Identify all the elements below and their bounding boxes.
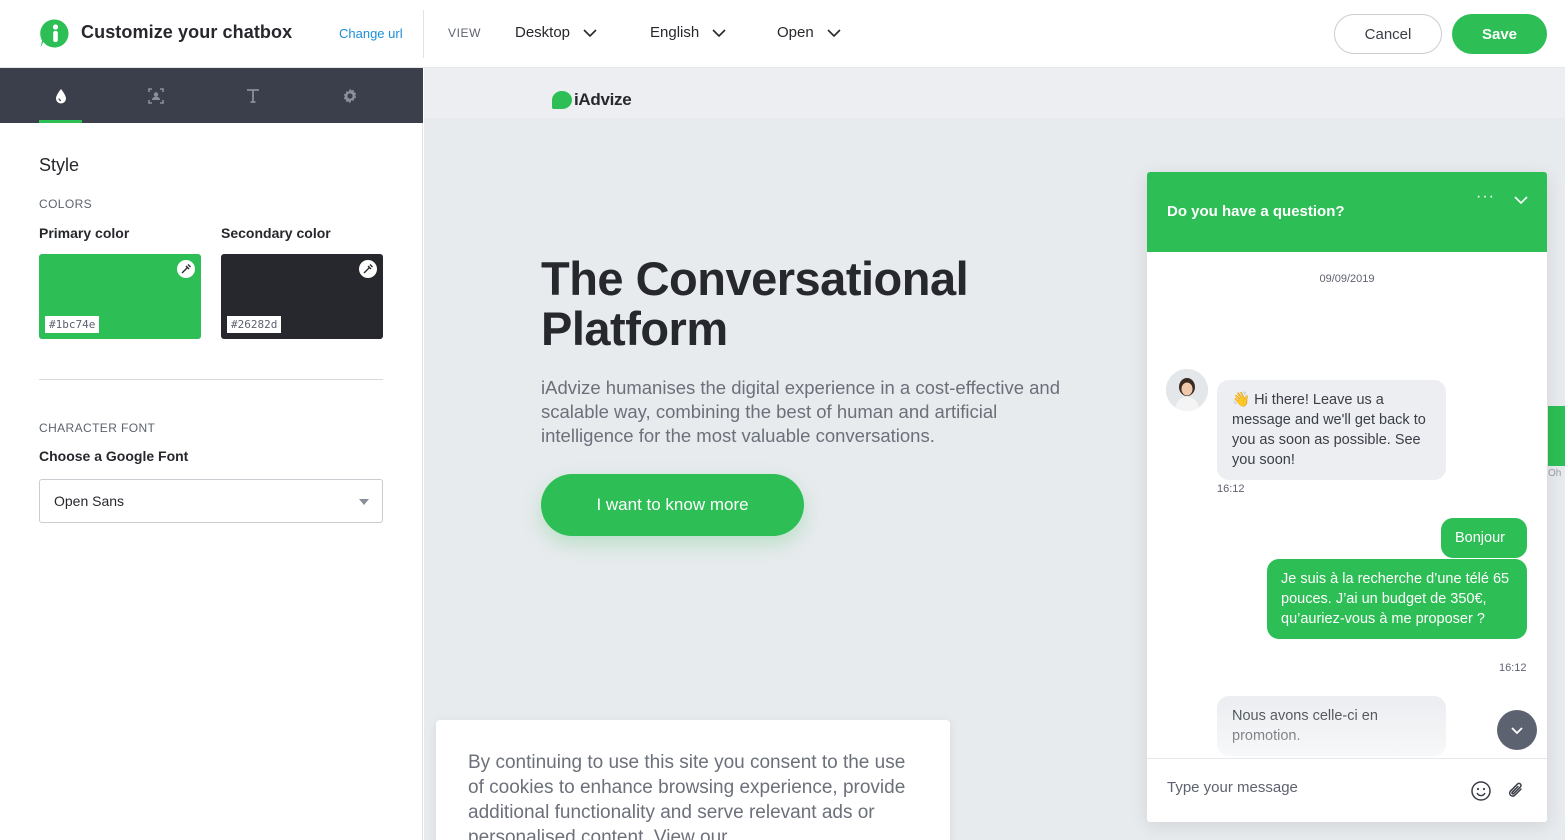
primary-color-hex: #1bc74e	[45, 316, 100, 333]
section-title: Style	[39, 155, 80, 175]
settings-tabbar	[0, 68, 423, 123]
device-dropdown-value: Desktop	[515, 24, 571, 41]
view-label: VIEW	[448, 26, 482, 40]
primary-color-label: Primary color	[39, 225, 130, 241]
chevron-down-icon	[827, 28, 841, 37]
secondary-color-swatch[interactable]: #26282d	[221, 254, 383, 339]
cookie-banner: By continuing to use this site you conse…	[436, 720, 950, 840]
hero-cta-button[interactable]: I want to know more	[541, 474, 804, 536]
site-brand: iAdvize	[574, 90, 632, 109]
font-select[interactable]: Open Sans	[39, 479, 383, 523]
top-bar: Customize your chatbox Change url VIEW D…	[0, 0, 1565, 68]
eyedropper-icon[interactable]	[177, 260, 195, 278]
chat-header: Do you have a question? ···	[1147, 172, 1547, 252]
tab-style[interactable]	[39, 68, 82, 123]
text-icon	[246, 88, 259, 103]
save-button[interactable]: Save	[1452, 14, 1547, 54]
chevron-down-icon	[583, 28, 597, 37]
gear-icon	[343, 88, 356, 103]
message-time: 16:12	[1217, 483, 1245, 495]
hero-title: The Conversational Platform	[541, 252, 969, 355]
emoji-icon[interactable]	[1470, 780, 1492, 802]
page-title: Customize your chatbox	[81, 22, 293, 42]
visitor-message: Bonjour	[1441, 518, 1527, 558]
font-select-value: Open Sans	[54, 493, 125, 509]
avatar-frame-icon	[147, 87, 164, 104]
chatbox: Do you have a question? ··· 09/09/2019 👋…	[1147, 172, 1547, 822]
language-dropdown[interactable]: English	[650, 24, 727, 41]
secondary-color-label: Secondary color	[221, 225, 331, 241]
header-divider	[423, 10, 424, 58]
language-dropdown-value: English	[650, 24, 700, 41]
tab-text[interactable]	[231, 68, 274, 123]
eyedropper-icon[interactable]	[359, 260, 377, 278]
side-tab[interactable]	[1548, 406, 1565, 466]
avatar	[1166, 369, 1208, 411]
primary-color-swatch[interactable]: #1bc74e	[39, 254, 201, 339]
caret-down-icon	[359, 499, 369, 505]
chat-header-title: Do you have a question?	[1167, 203, 1345, 220]
state-dropdown[interactable]: Open	[777, 24, 842, 41]
message-input[interactable]	[1167, 779, 1457, 796]
chat-bubble-icon	[552, 91, 572, 109]
chat-date: 09/09/2019	[1319, 273, 1375, 285]
chevron-down-icon	[1511, 727, 1523, 735]
iadvize-logo-icon	[40, 19, 69, 48]
paperclip-icon[interactable]	[1505, 780, 1527, 802]
drop-icon	[55, 88, 66, 103]
settings-panel: Style COLORS Primary color Secondary col…	[0, 68, 423, 840]
hero-text: iAdvize humanises the digital experience…	[541, 377, 1060, 446]
colors-heading: COLORS	[39, 197, 93, 211]
device-dropdown[interactable]: Desktop	[515, 24, 598, 41]
tab-settings[interactable]	[328, 68, 371, 123]
cookie-text: By continuing to use this site you conse…	[468, 752, 906, 840]
scroll-down-button[interactable]	[1497, 710, 1537, 750]
tab-avatar[interactable]	[134, 68, 177, 123]
side-tab-text: Oh	[1548, 468, 1562, 479]
website-preview: iAdvize The Conversational Platform iAdv…	[424, 68, 1565, 840]
chat-composer	[1147, 758, 1547, 822]
change-url-link[interactable]: Change url	[339, 26, 403, 41]
agent-message: 👋 Hi there! Leave us a message and we'll…	[1217, 380, 1446, 480]
more-options-icon[interactable]: ···	[1476, 188, 1495, 206]
font-label: Choose a Google Font	[39, 448, 189, 464]
cancel-button[interactable]: Cancel	[1334, 14, 1442, 54]
chevron-down-icon[interactable]	[1513, 192, 1529, 208]
secondary-color-hex: #26282d	[227, 316, 282, 333]
message-time: 16:12	[1499, 662, 1527, 674]
chevron-down-icon	[712, 28, 726, 37]
state-dropdown-value: Open	[777, 24, 814, 41]
section-divider	[39, 379, 383, 380]
font-heading: CHARACTER FONT	[39, 421, 156, 435]
site-logo: iAdvize	[552, 90, 632, 110]
visitor-message: Je suis à la recherche d’une télé 65 pou…	[1267, 559, 1527, 639]
agent-message: Nous avons celle-ci en promotion.	[1217, 696, 1446, 756]
